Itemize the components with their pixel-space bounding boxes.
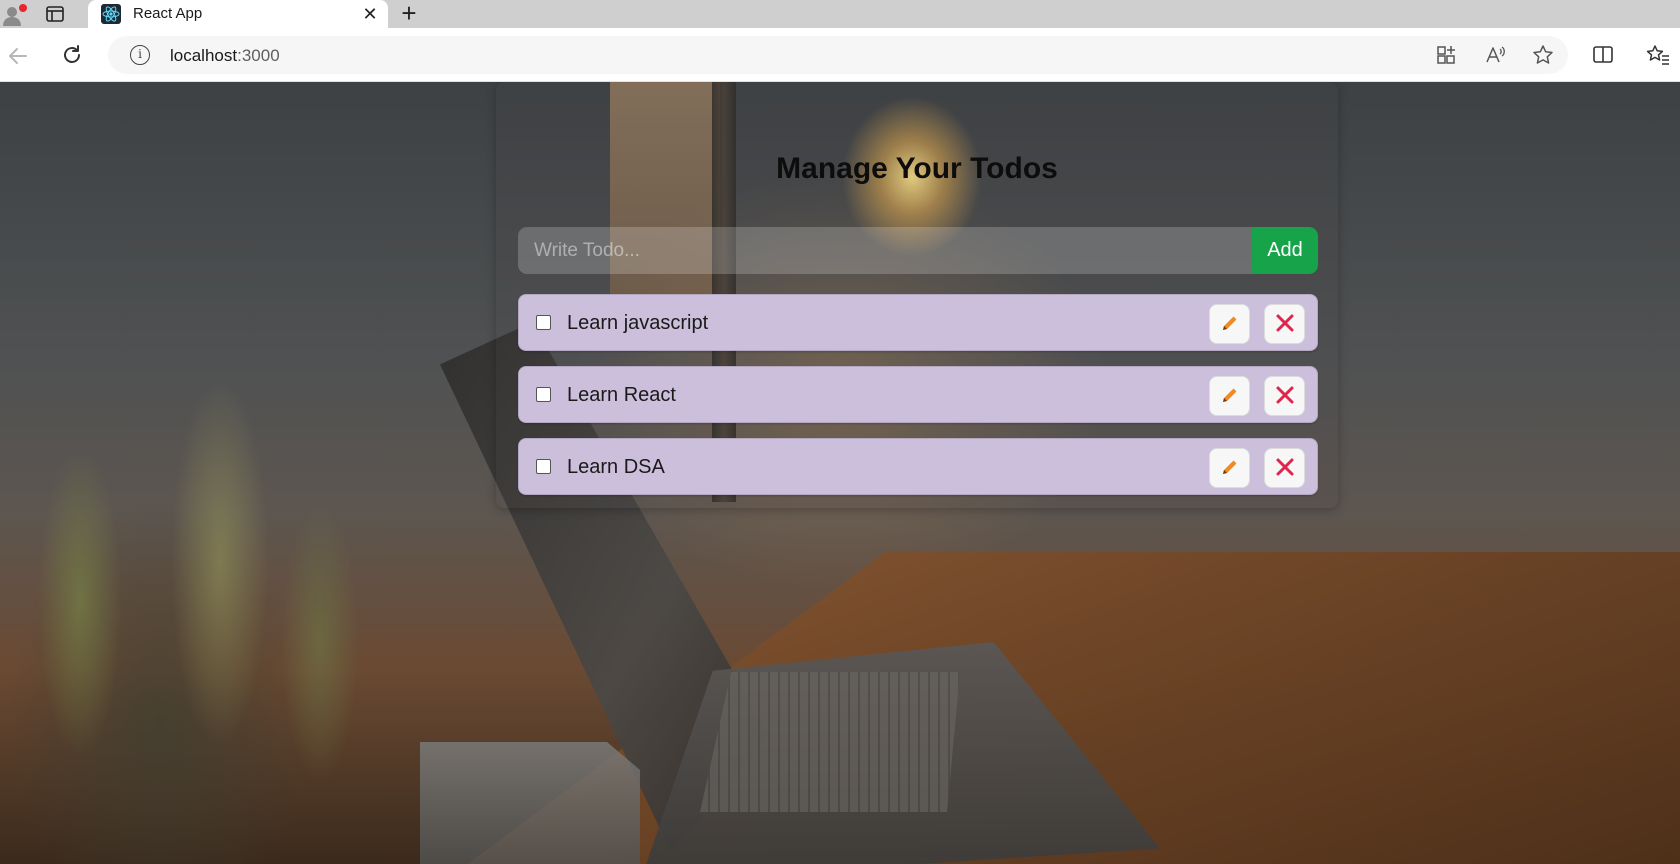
favorite-star-icon[interactable] — [1532, 44, 1554, 66]
todo-item: Learn DSA — [518, 438, 1318, 495]
read-aloud-icon[interactable] — [1484, 44, 1506, 66]
site-info-icon[interactable]: i — [130, 45, 150, 65]
todo-checkbox[interactable] — [536, 315, 551, 330]
close-icon — [1275, 457, 1295, 480]
todo-form: Add — [518, 227, 1318, 274]
browser-tab-bar: React App ✕ + — [0, 0, 1680, 30]
background-keyboard — [700, 672, 960, 812]
react-logo-icon — [101, 4, 121, 24]
page-title: Manage Your Todos — [776, 152, 1058, 185]
pencil-icon — [1220, 313, 1240, 336]
delete-button[interactable] — [1264, 448, 1305, 488]
split-screen-icon[interactable] — [1592, 44, 1614, 66]
favorites-icon[interactable] — [1646, 44, 1669, 66]
todo-item: Learn React — [518, 366, 1318, 423]
address-bar[interactable]: i localhost:3000 — [108, 36, 1568, 74]
todo-text[interactable]: Learn DSA — [567, 456, 665, 479]
pencil-icon — [1220, 385, 1240, 408]
edit-button[interactable] — [1209, 448, 1250, 488]
profile-avatar-icon[interactable] — [2, 4, 27, 26]
todo-checkbox[interactable] — [536, 459, 551, 474]
background-speaker — [420, 742, 640, 864]
background-plant — [0, 302, 440, 864]
tab-title: React App — [133, 5, 203, 22]
back-arrow-icon[interactable] — [6, 44, 30, 68]
close-icon — [1275, 385, 1295, 408]
todo-text[interactable]: Learn javascript — [567, 312, 708, 335]
edit-button[interactable] — [1209, 376, 1250, 416]
page-viewport: Manage Your Todos Add Learn javascript L… — [0, 82, 1680, 864]
pencil-icon — [1220, 457, 1240, 480]
browser-toolbar: i localhost:3000 — [0, 28, 1680, 82]
delete-button[interactable] — [1264, 376, 1305, 416]
todo-item: Learn javascript — [518, 294, 1318, 351]
reload-icon[interactable] — [60, 43, 84, 67]
todo-card: Manage Your Todos Add Learn javascript L… — [496, 82, 1338, 508]
todo-text[interactable]: Learn React — [567, 384, 676, 407]
todo-checkbox[interactable] — [536, 387, 551, 402]
tab-actions-icon[interactable] — [45, 4, 65, 24]
delete-button[interactable] — [1264, 304, 1305, 344]
add-button[interactable]: Add — [1252, 227, 1318, 274]
app-available-icon[interactable] — [1436, 44, 1458, 66]
url-host: localhost — [170, 46, 238, 65]
url-text[interactable]: localhost:3000 — [170, 46, 280, 66]
tab-close-icon[interactable]: ✕ — [360, 4, 380, 24]
close-icon — [1275, 313, 1295, 336]
tab-react-app[interactable]: React App ✕ — [88, 0, 388, 30]
url-port: :3000 — [237, 46, 280, 65]
notification-dot — [19, 4, 27, 12]
edit-button[interactable] — [1209, 304, 1250, 344]
new-tab-button[interactable]: + — [397, 0, 421, 26]
todo-input[interactable] — [518, 227, 1252, 274]
